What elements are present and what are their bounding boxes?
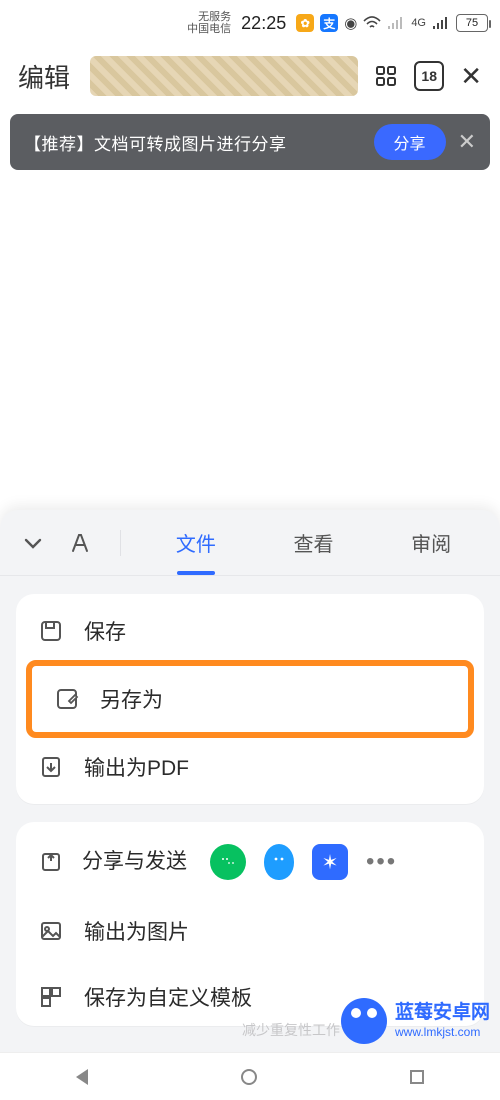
nav-back-icon[interactable] [76, 1069, 88, 1085]
alipay-icon: 支 [320, 14, 338, 32]
carrier-name: 中国电信 [187, 23, 231, 35]
banner-close-icon[interactable]: ✕ [458, 129, 476, 155]
row-export-image[interactable]: 输出为图片 [16, 898, 484, 964]
apps-grid-icon[interactable] [374, 64, 398, 88]
carrier-noservice: 无服务 [198, 11, 231, 23]
document-canvas[interactable] [0, 178, 500, 468]
star-app-icon[interactable]: ✶ [312, 844, 348, 880]
banner-share-button[interactable]: 分享 [374, 124, 446, 160]
pdf-icon [38, 755, 64, 779]
wechat-icon[interactable] [210, 844, 246, 880]
save-as-label: 另存为 [100, 684, 163, 714]
system-nav-bar [0, 1052, 500, 1100]
tab-separator [120, 530, 121, 556]
banner-text: 【推荐】文档可转成图片进行分享 [24, 130, 362, 155]
share-send-label: 分享与发送 [82, 848, 192, 875]
watermark: 蓝莓安卓网 www.lmkjst.com [341, 998, 490, 1044]
footer-hint: 减少重复性工作 [242, 1020, 340, 1040]
watermark-url: www.lmkjst.com [395, 1025, 490, 1039]
collapse-chevron-icon[interactable] [22, 532, 44, 554]
nav-recent-icon[interactable] [410, 1070, 424, 1084]
recommend-banner: 【推荐】文档可转成图片进行分享 分享 ✕ [10, 114, 490, 170]
file-actions-card: 保存 另存为 输出为PDF [16, 594, 484, 804]
network-type: 4G [411, 17, 426, 29]
status-bar: 无服务 中国电信 22:25 ✿ 支 ◉ 4G 75 [0, 0, 500, 46]
battery-icon: 75 [456, 14, 488, 32]
signal-icon [387, 16, 405, 30]
redacted-scribble [90, 56, 358, 96]
highlight-save-as: 另存为 [26, 660, 474, 738]
share-icon [38, 850, 64, 874]
tab-review[interactable]: 审阅 [384, 528, 478, 557]
close-icon[interactable]: ✕ [460, 61, 482, 92]
more-icon[interactable]: ••• [366, 848, 397, 876]
save-icon [38, 619, 64, 643]
save-label: 保存 [84, 616, 126, 646]
wifi-icon [363, 16, 381, 30]
edit-mode-label[interactable]: 编辑 [18, 58, 70, 95]
watermark-name: 蓝莓安卓网 [395, 1002, 490, 1025]
qq-icon[interactable] [264, 844, 294, 880]
weibo-icon: ✿ [296, 14, 314, 32]
image-icon [38, 919, 64, 943]
font-style-icon[interactable] [68, 531, 92, 555]
nav-home-icon[interactable] [241, 1069, 257, 1085]
share-card: 分享与发送 ✶ ••• 输出为图片 保存为自定义模板 [16, 822, 484, 1026]
row-save[interactable]: 保存 [16, 598, 484, 664]
tab-file[interactable]: 文件 [149, 528, 243, 557]
export-image-label: 输出为图片 [84, 916, 189, 946]
app-bar: 编辑 18 ✕ [0, 46, 500, 106]
tab-view[interactable]: 查看 [267, 528, 361, 557]
eye-icon: ◉ [344, 14, 357, 32]
battery-level: 75 [466, 17, 478, 29]
row-export-pdf[interactable]: 输出为PDF [16, 734, 484, 800]
export-pdf-label: 输出为PDF [84, 752, 189, 782]
signal2-icon [432, 16, 450, 30]
row-save-as[interactable]: 另存为 [32, 666, 468, 732]
panel-tabs: 文件 查看 审阅 [0, 510, 500, 576]
row-share-send[interactable]: 分享与发送 ✶ ••• [16, 826, 484, 898]
bottom-panel: 文件 查看 审阅 保存 另存为 输出为PDF [0, 510, 500, 1100]
template-icon [38, 985, 64, 1009]
status-time: 22:25 [241, 13, 286, 34]
tab-count-badge[interactable]: 18 [414, 61, 444, 91]
watermark-logo-icon [341, 998, 387, 1044]
carrier-stack: 无服务 中国电信 [187, 11, 231, 35]
save-as-icon [54, 687, 80, 711]
save-template-label: 保存为自定义模板 [84, 982, 252, 1012]
